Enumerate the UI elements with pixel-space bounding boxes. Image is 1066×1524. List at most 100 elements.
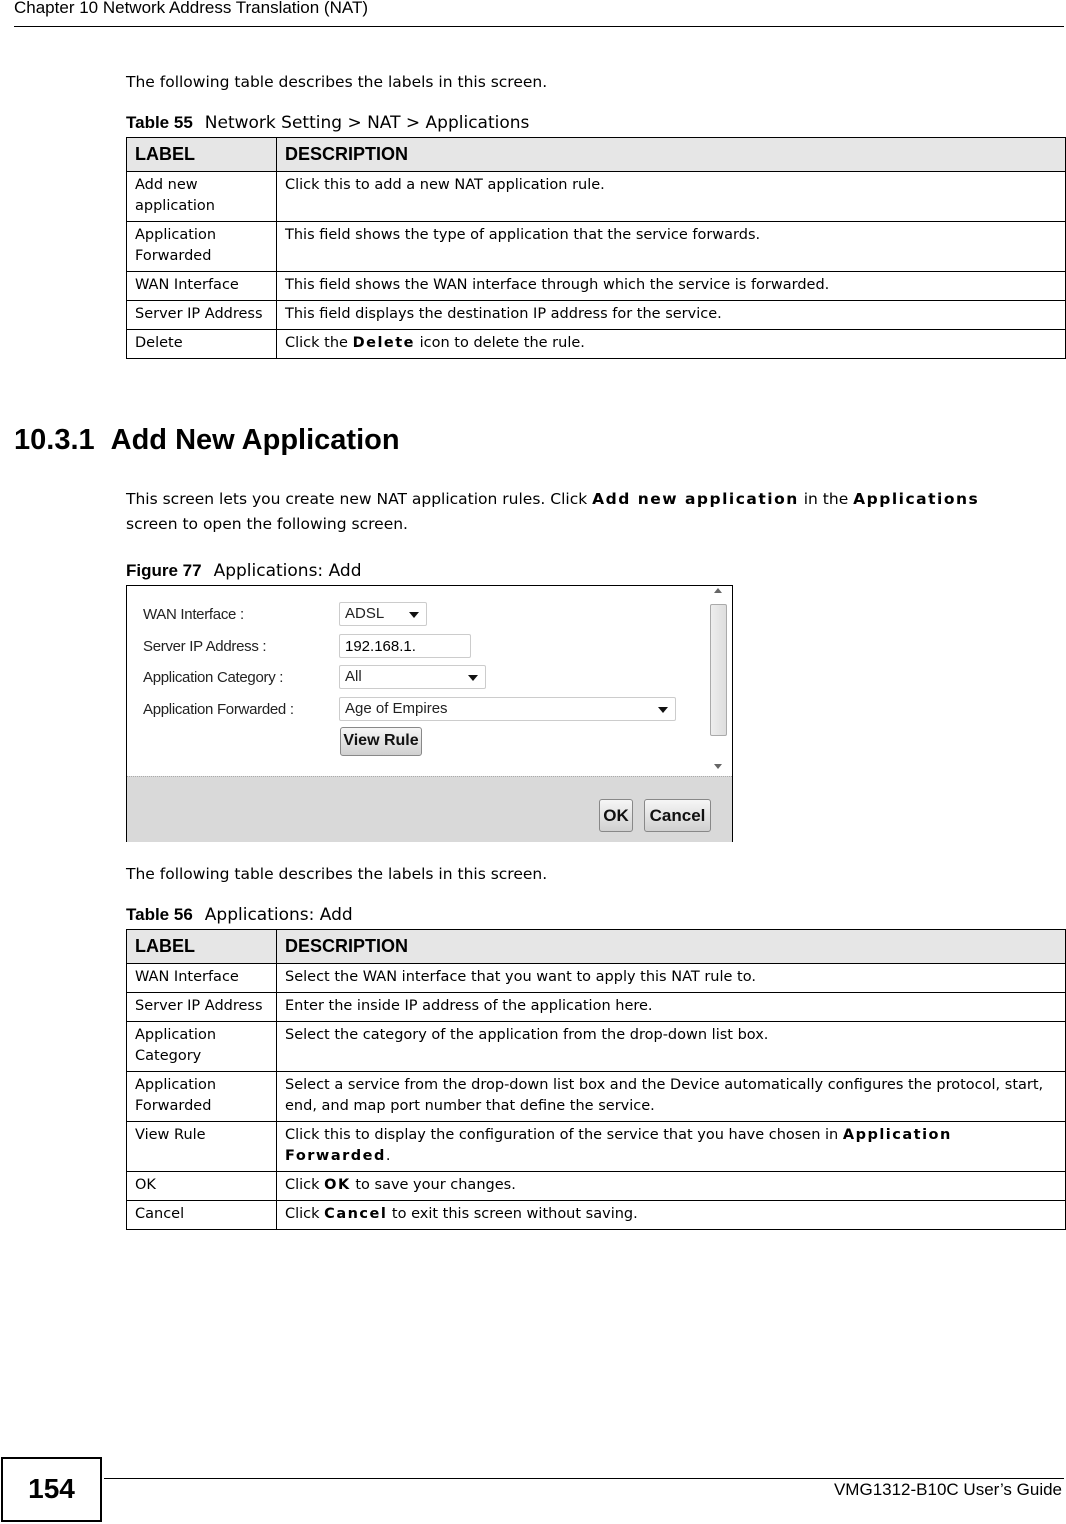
text-segment: Select the WAN interface that you want t… [285,969,756,985]
section-title: Add New Application [110,424,400,456]
view-rule-button[interactable]: View Rule [340,727,422,756]
text-segment: Click the [285,335,353,351]
table-row: View Rule Click this to display the confi… [126,1121,1066,1172]
cancel-button[interactable]: Cancel [644,799,711,832]
description-cell: Click this to add a new NAT application … [276,171,1066,222]
table-row: Cancel Click Cancel to exit this screen w… [126,1200,1066,1230]
bold-term: Delete [352,335,416,351]
chevron-down-icon [409,612,419,618]
table-row: WAN Interface Select the WAN interface th… [126,963,1066,993]
section-number: 10.3.1 [14,424,95,456]
table-row: WAN Interface This field shows the WAN in… [126,271,1066,301]
table-row: OK Click OK to save your changes. [126,1171,1066,1201]
chevron-down-icon [468,675,478,681]
intro-text: The following table describes the labels… [126,73,548,91]
text-segment: to exit this screen without saving. [387,1206,638,1222]
label-cell: Cancel [126,1200,277,1230]
scroll-down-icon[interactable] [714,764,722,769]
text-segment: This field displays the destination IP a… [285,306,722,322]
ok-button[interactable]: OK [599,799,633,832]
header-divider [14,26,1064,27]
text-segment: to save your changes. [350,1177,516,1193]
label-cell: Add new application [126,171,277,222]
applications-add-figure: WAN Interface : ADSL Server IP Address :… [126,585,733,842]
server-ip-input[interactable] [339,634,471,658]
label-cell: Server IP Address [126,992,277,1022]
text-segment: Click [285,1177,325,1193]
label-cell: Application Forwarded [126,221,277,272]
scrollbar[interactable] [708,586,728,776]
application-forwarded-label: Application Forwarded : [143,701,294,718]
table-row: Application Category Select the category … [126,1021,1066,1072]
table-row: Application Forwarded This field shows th… [126,221,1066,272]
caption-title: Applications: Add [204,905,353,925]
section-heading: 10.3.1 Add New Application [14,424,416,457]
text-segment: Click [285,1206,325,1222]
description-cell: Select a service from the drop-down list… [276,1071,1066,1122]
description-cell: Select the WAN interface that you want t… [276,963,1066,993]
text-segment: icon to delete the rule. [415,335,585,351]
application-category-label: Application Category : [143,669,284,686]
caption-number: Figure 77 [126,561,202,580]
figure-footer-bar: OK Cancel [127,776,732,842]
text-segment: . [385,1148,391,1164]
application-category-select[interactable]: All [339,665,486,689]
text-segment: Enter the inside IP address of the appli… [285,998,653,1014]
bold-term: Applications [853,490,980,508]
application-forwarded-select[interactable]: Age of Empires [339,697,676,721]
description-cell: Select the category of the application f… [276,1021,1066,1072]
text-segment: Select the category of the application f… [285,1027,769,1043]
application-forwarded-value: Age of Empires [345,700,448,717]
column-header: LABEL [126,929,277,964]
description-cell: This field shows the WAN interface throu… [276,271,1066,301]
intro-text-2: The following table describes the labels… [126,865,548,883]
section-paragraph: This screen lets you create new NAT appl… [126,487,1026,537]
description-cell: Click the Delete icon to delete the rule… [276,329,1066,359]
caption-number: Table 56 [126,905,193,924]
header-row: LABEL DESCRIPTION [126,137,1066,172]
text-segment: Click this to display the configuration … [285,1127,843,1143]
description-cell: Enter the inside IP address of the appli… [276,992,1066,1022]
description-cell: This field displays the destination IP a… [276,300,1066,330]
bold-term: Cancel [324,1206,388,1222]
text-segment: Click this to add a new NAT application … [285,177,605,193]
table-row: Delete Click the Delete icon to delete th… [126,329,1066,359]
column-header: DESCRIPTION [276,929,1066,964]
wan-interface-value: ADSL [345,605,385,622]
table-56-caption: Table 56 Applications: Add [126,905,353,925]
server-ip-label: Server IP Address : [143,638,267,655]
wan-interface-select[interactable]: ADSL [339,602,427,626]
description-cell: Click OK to save your changes. [276,1171,1066,1201]
application-category-value: All [345,668,362,685]
description-cell: Click Cancel to exit this screen without… [276,1200,1066,1230]
text-segment: This field shows the WAN interface throu… [285,277,830,293]
table-row: Server IP Address Enter the inside IP add… [126,992,1066,1022]
text-segment: screen to open the following screen. [126,515,408,533]
table-55: LABEL DESCRIPTION Add new application Click… [126,137,1066,359]
text-segment: This field shows the type of application… [285,227,761,243]
table-55-caption: Table 55 Network Setting > NAT > Applicat… [126,113,529,133]
caption-number: Table 55 [126,113,193,132]
page-number: 154 [1,1457,102,1522]
scroll-up-icon[interactable] [714,588,722,593]
label-cell: OK [126,1171,277,1201]
footer-divider [104,1478,1064,1479]
label-cell: View Rule [126,1121,277,1172]
text-segment: This screen lets you create new NAT appl… [126,490,593,508]
label-cell: WAN Interface [126,963,277,993]
label-cell: Server IP Address [126,300,277,330]
guide-title: VMG1312-B10C User’s Guide [833,1480,1062,1499]
caption-title: Applications: Add [213,561,362,581]
header-row: LABEL DESCRIPTION [126,929,1066,964]
table-row: Add new application Click this to add a n… [126,171,1066,222]
description-cell: Click this to display the configuration … [276,1121,1066,1172]
description-cell: This field shows the type of application… [276,221,1066,272]
caption-title: Network Setting > NAT > Applications [204,113,530,133]
figure-77-caption: Figure 77 Applications: Add [126,561,361,581]
chevron-down-icon [658,707,668,713]
scrollbar-thumb[interactable] [710,604,727,736]
chapter-header: Chapter 10 Network Address Translation (… [14,0,368,17]
column-header: DESCRIPTION [276,137,1066,172]
wan-interface-label: WAN Interface : [143,606,244,623]
label-cell: WAN Interface [126,271,277,301]
